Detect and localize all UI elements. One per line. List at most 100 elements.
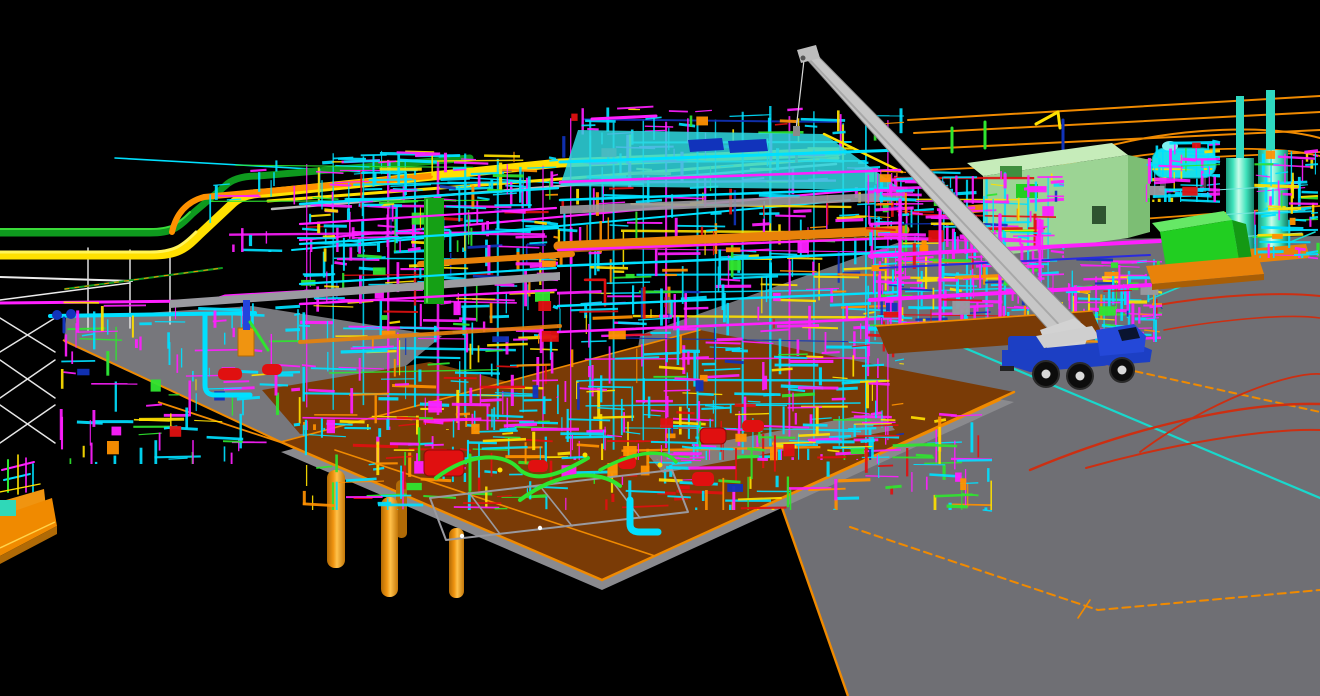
pipe-segment <box>1261 182 1308 184</box>
pipe-segment <box>423 320 462 321</box>
pipe-segment <box>706 343 741 344</box>
pipe-segment <box>524 400 552 401</box>
blue-panel <box>728 139 768 153</box>
pipe-segment <box>146 405 162 406</box>
pipe-segment <box>481 400 502 401</box>
equipment-patch <box>609 330 626 339</box>
pipe-segment <box>227 199 241 200</box>
pipe-segment <box>782 394 815 396</box>
pipe-segment <box>459 319 476 320</box>
equipment-patch <box>770 447 777 460</box>
valve-handle[interactable] <box>583 453 588 458</box>
pipe-segment <box>568 419 611 420</box>
valve-handle[interactable] <box>498 468 503 473</box>
pipe-segment <box>353 445 398 447</box>
pipe-segment <box>793 211 811 212</box>
pipe-segment <box>455 373 500 374</box>
pipe-segment <box>456 299 495 300</box>
pipe-segment <box>395 384 409 385</box>
pipe-segment <box>879 199 916 201</box>
pipe-segment <box>667 496 690 497</box>
equipment-patch <box>1111 262 1118 268</box>
pipe-segment <box>1310 217 1318 218</box>
building-door[interactable] <box>1092 206 1106 224</box>
equipment-patch <box>1150 186 1165 195</box>
blue-panel <box>688 138 724 152</box>
pipe-segment <box>424 421 444 423</box>
pipe-segment <box>842 382 860 383</box>
pump[interactable] <box>528 460 548 472</box>
pipe-segment <box>1294 254 1318 255</box>
pipe-segment <box>787 109 802 110</box>
valve[interactable] <box>52 310 62 320</box>
pipe-segment <box>440 187 456 189</box>
pipe-segment <box>865 476 898 477</box>
pipe-segment <box>664 390 691 391</box>
pump[interactable] <box>262 364 282 375</box>
pipe-segment <box>914 209 934 210</box>
pipe-segment <box>1204 151 1220 152</box>
pipe-segment <box>474 431 518 432</box>
pipe-segment <box>1012 310 1025 311</box>
pipe-segment <box>397 152 439 153</box>
pipe-segment <box>1301 196 1318 197</box>
pump[interactable] <box>700 428 726 444</box>
pipe-segment <box>876 204 893 205</box>
pipe-segment <box>195 350 241 351</box>
pipe-segment <box>344 161 380 162</box>
pump[interactable] <box>692 472 714 486</box>
stack <box>1266 90 1275 156</box>
pipe-segment <box>1161 308 1162 309</box>
equipment-patch <box>381 315 387 320</box>
pipe-segment <box>487 344 528 345</box>
stack <box>1236 96 1244 160</box>
equipment-patch <box>107 441 119 454</box>
outrigger <box>1002 350 1012 366</box>
equipment-patch <box>660 418 673 428</box>
equipment-patch <box>542 261 556 267</box>
pipe-segment <box>651 442 698 443</box>
model-3d-viewport[interactable] <box>0 0 1320 696</box>
pipe-segment <box>1174 142 1208 143</box>
pipe-segment <box>610 225 629 226</box>
pipe-segment <box>302 229 319 230</box>
valve[interactable] <box>66 309 76 319</box>
roof-vent <box>1000 166 1022 178</box>
pipe-segment <box>454 162 488 163</box>
pipe-segment <box>669 111 688 112</box>
pipe-segment <box>361 172 406 173</box>
pipe-segment <box>505 186 526 187</box>
pipe-segment <box>390 322 401 323</box>
pipe-segment <box>822 352 840 353</box>
equipment-patch <box>428 401 442 413</box>
pipe-segment <box>558 230 578 231</box>
pipe-segment <box>291 389 300 390</box>
pipe-segment <box>659 480 683 481</box>
pipe-segment <box>957 460 992 461</box>
pipe-segment <box>243 250 283 251</box>
pipe-segment <box>725 349 740 350</box>
cad-app-window <box>0 0 1320 696</box>
pipe-segment <box>676 491 722 493</box>
pipe-segment <box>717 339 743 340</box>
pipe-segment <box>878 466 893 467</box>
pipe-segment <box>468 246 503 248</box>
pipe-segment <box>207 437 244 439</box>
boom-sheave <box>801 56 806 61</box>
equipment-patch <box>920 245 929 252</box>
pipe-segment <box>857 204 874 205</box>
pipe-segment <box>340 421 365 422</box>
pump[interactable] <box>742 420 764 432</box>
pipe-segment <box>324 286 339 287</box>
pipe-segment <box>334 263 347 265</box>
equipment-patch <box>471 424 479 434</box>
pipe-segment <box>924 463 962 464</box>
pipe-segment <box>482 447 528 449</box>
pipe-segment <box>527 244 546 245</box>
pipe-segment <box>237 397 260 399</box>
pump[interactable] <box>218 368 242 380</box>
valve-handle[interactable] <box>658 463 663 468</box>
pipe-segment <box>1062 256 1064 257</box>
pipe-segment <box>1103 290 1132 291</box>
equipment-patch <box>412 213 425 225</box>
